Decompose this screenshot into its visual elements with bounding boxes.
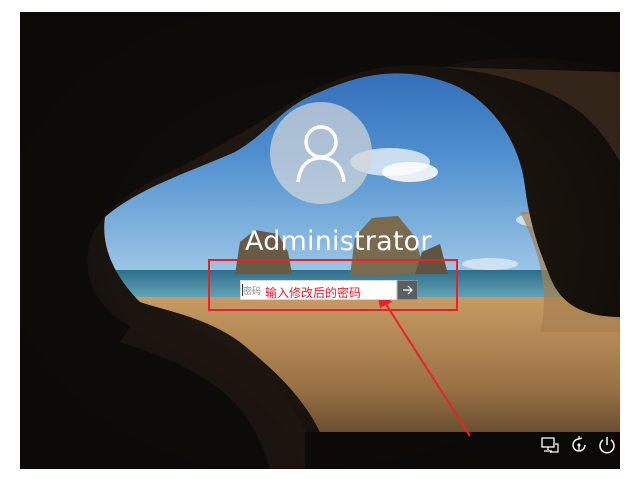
power-button[interactable]	[596, 434, 618, 456]
user-silhouette-icon	[296, 125, 346, 183]
lock-screen: Administrator 密码 输入修改后的密码	[20, 12, 620, 469]
user-avatar	[270, 102, 372, 204]
network-button[interactable]	[539, 434, 561, 456]
network-icon	[541, 437, 559, 453]
annotation-text: 输入修改后的密码	[265, 286, 362, 300]
username-label: Administrator	[245, 226, 432, 257]
password-placeholder: 密码	[243, 287, 262, 297]
submit-button[interactable]	[397, 280, 418, 300]
power-icon	[599, 437, 615, 454]
arrow-right-icon	[402, 285, 413, 295]
ease-of-access-button[interactable]	[568, 434, 590, 456]
ease-of-access-icon	[572, 436, 586, 452]
